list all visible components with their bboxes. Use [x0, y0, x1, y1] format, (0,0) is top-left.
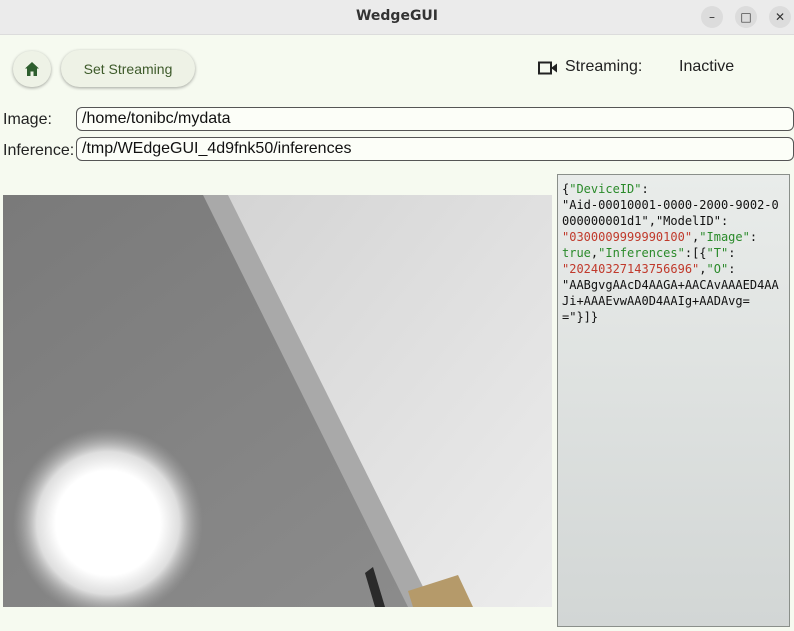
json-token: "Image" — [699, 230, 750, 244]
json-token: : — [641, 182, 649, 196]
json-token: "20240327143756696" — [562, 262, 700, 276]
json-token: true — [562, 246, 591, 260]
maximize-icon: □ — [740, 10, 752, 24]
minimize-button[interactable]: – — [701, 6, 723, 28]
json-token: :[{ — [684, 246, 707, 260]
json-token: "Inferences" — [598, 246, 685, 260]
camera-image — [3, 195, 552, 607]
home-icon — [25, 62, 39, 76]
set-streaming-button[interactable]: Set Streaming — [61, 50, 195, 87]
json-token: : — [728, 246, 736, 260]
json-token: "O" — [706, 262, 729, 276]
home-button[interactable] — [13, 51, 51, 87]
title-bar: WedgeGUI – □ ✕ — [0, 0, 794, 35]
close-button[interactable]: ✕ — [769, 6, 791, 28]
json-token: "T" — [706, 246, 729, 260]
image-label: Image: — [3, 111, 52, 128]
json-token: : — [728, 262, 736, 276]
video-camera-icon — [538, 61, 557, 75]
minimize-icon: – — [709, 10, 715, 24]
json-token: "DeviceID" — [569, 182, 642, 196]
inference-label: Inference: — [3, 142, 75, 159]
json-token: : — [749, 230, 758, 244]
maximize-button[interactable]: □ — [735, 6, 757, 28]
json-token: "0300009999990100" — [562, 230, 693, 244]
json-token: }]} — [576, 310, 599, 324]
close-icon: ✕ — [774, 10, 786, 24]
json-token: "ModelID" — [655, 214, 721, 228]
json-token: , — [699, 262, 707, 276]
json-token: : — [720, 214, 729, 228]
streaming-status: Inactive — [679, 58, 735, 75]
inference-path-field[interactable]: /tmp/WEdgeGUI_4d9fnk50/inferences — [76, 137, 794, 161]
inference-json-panel[interactable]: {"DeviceID": "Aid-00010001-0000-2000-900… — [557, 174, 790, 627]
camera-frame-image — [3, 195, 552, 607]
json-token: , — [648, 214, 656, 228]
window-title: WedgeGUI — [355, 8, 439, 24]
streaming-label: Streaming: — [565, 58, 643, 75]
image-path-field[interactable]: /home/tonibc/mydata — [76, 107, 794, 131]
